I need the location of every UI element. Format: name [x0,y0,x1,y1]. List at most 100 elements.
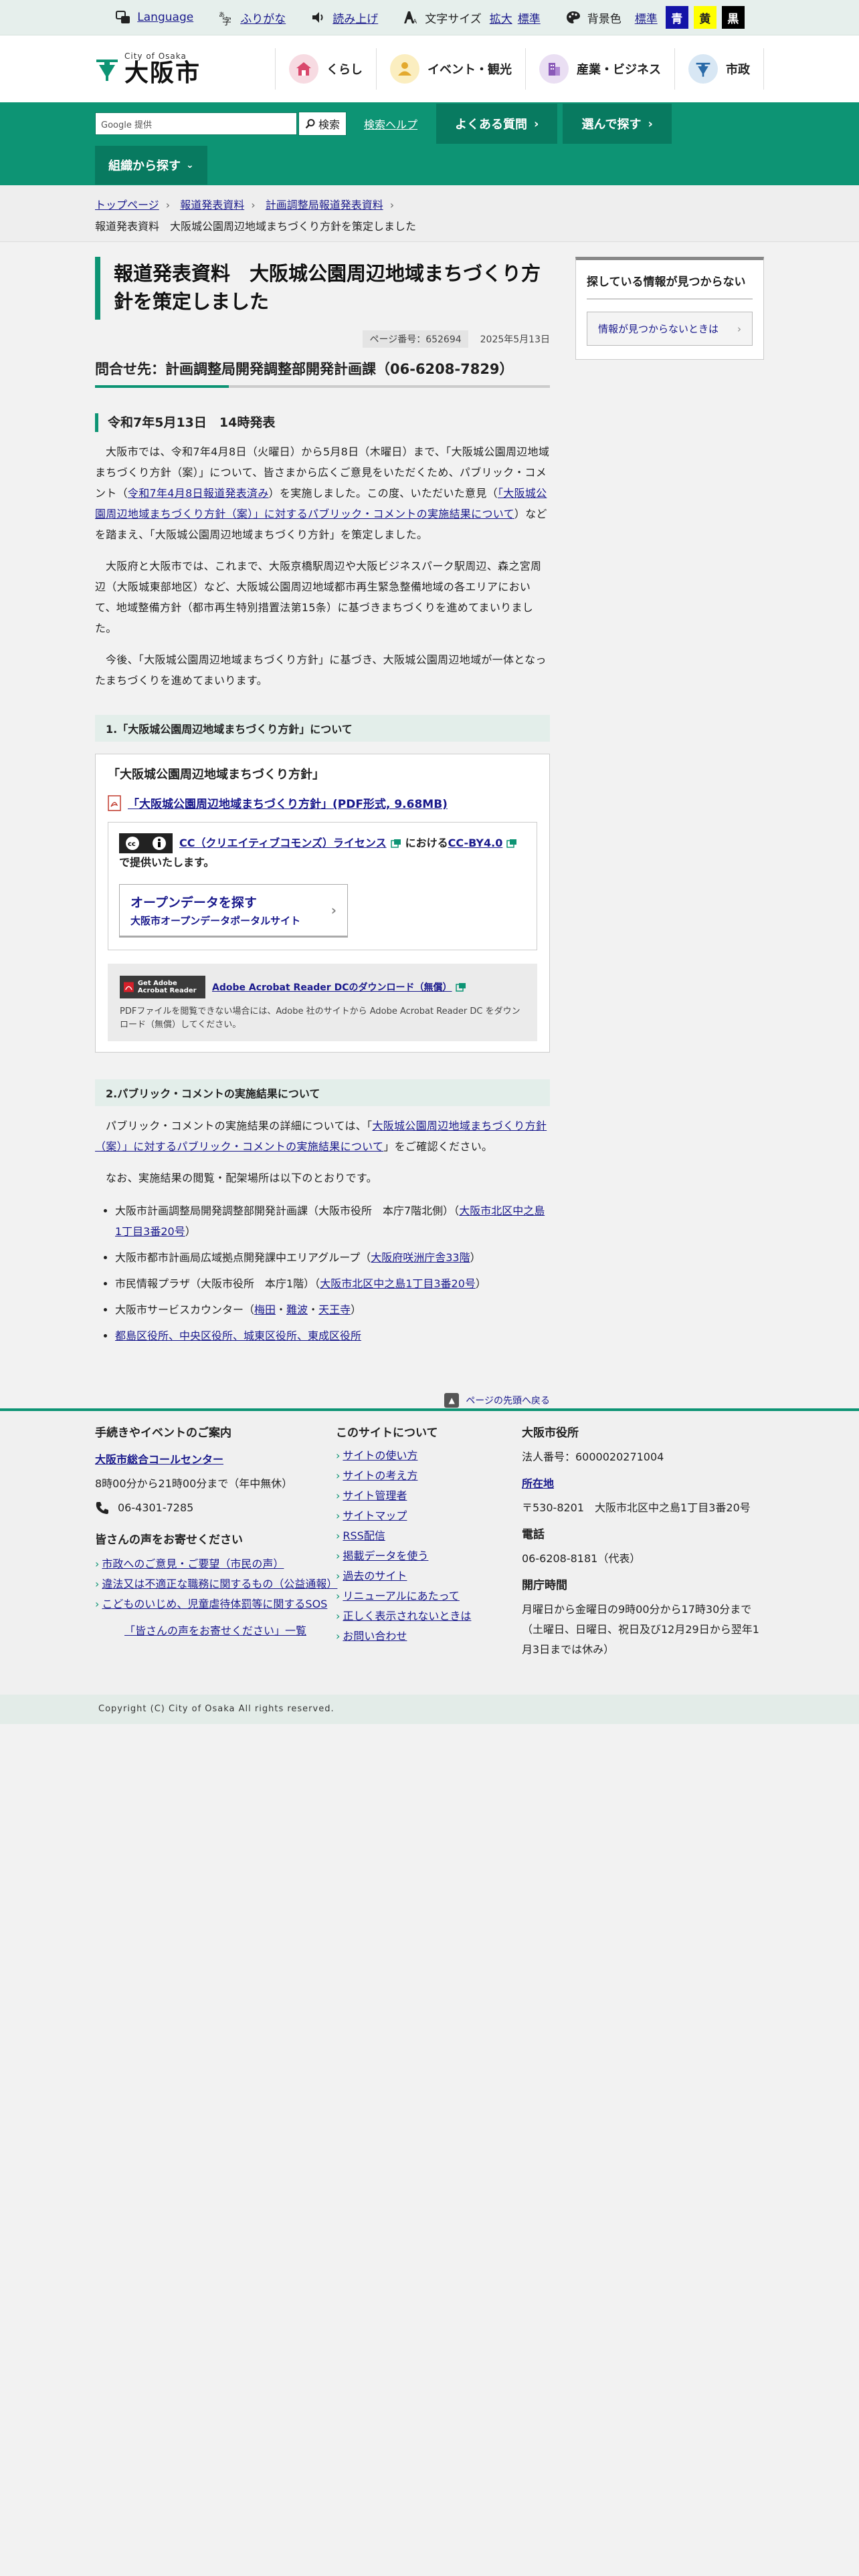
search-input[interactable]: Google 提供 [95,112,297,135]
footer-voice-list-link[interactable]: 「皆さんの声をお寄せください」一覧 [124,1624,306,1637]
chevron-right-icon: › [737,322,741,335]
site-header: City of Osaka 大阪市 くらし イベント・観光 産業・ビジネス 市政 [0,35,859,102]
footer-site-link[interactable]: 過去のサイト [343,1566,407,1586]
tennoji-link[interactable]: 天王寺 [318,1303,351,1316]
footer-site-link[interactable]: サイトの考え方 [343,1466,417,1486]
copyright-bar: Copyright (C) City of Osaka All rights r… [0,1695,859,1724]
page-meta: ページ番号：652694 2025年5月13日 [95,330,550,348]
site-logo[interactable]: City of Osaka 大阪市 [95,51,270,86]
footer-site-link[interactable]: 正しく表示されないときは [343,1606,471,1626]
footer-site-link[interactable]: お問い合わせ [343,1626,407,1646]
open-data-subtitle: 大阪市オープンデータポータルサイト [130,915,301,927]
footer-site-link[interactable]: サイトマップ [343,1506,407,1526]
bg-color-label: 背景色 [587,12,622,26]
building-icon [539,54,569,84]
namba-link[interactable]: 難波 [286,1303,308,1316]
address-link[interactable]: 大阪府咲洲庁舎33階 [371,1251,470,1264]
adobe-box: Get Adobe Acrobat Reader Adobe Acrobat R… [108,964,537,1041]
text: ・ [308,1303,319,1316]
svg-text:cc: cc [128,841,136,848]
list-item: 都島区役所、中央区役所、城東区役所、東成区役所 [115,1325,550,1346]
not-found-button[interactable]: 情報が見つからないときは › [587,312,753,346]
umeda-link[interactable]: 梅田 [254,1303,276,1316]
nav-event[interactable]: イベント・観光 [376,48,525,90]
search-help-link[interactable]: 検索ヘルプ [364,116,417,132]
text: ・ [276,1303,287,1316]
footer-heading: このサイトについて [336,1426,438,1440]
people-icon [390,54,419,84]
open-data-title: オープンデータを探す [130,895,257,910]
svg-text:字: 字 [222,17,231,25]
paragraph-2: 大阪府と大阪市では、これまで、大阪京橋駅周辺や大阪ビジネスパーク駅周辺、森之宮周… [95,560,542,635]
address-link[interactable]: 大阪市北区中之島1丁目3番20号 [320,1277,476,1290]
nav-shisei[interactable]: 市政 [674,48,764,90]
pdf-link[interactable]: 「大阪城公園周辺地域まちづくり方針」(PDF形式, 9.68MB) [128,794,448,811]
choose-button[interactable]: 選んで探す › [563,104,672,144]
footer-site-link[interactable]: サイトの使い方 [343,1446,417,1466]
chevron-right-icon: › [336,1509,341,1522]
chevron-right-icon: › [336,1590,341,1602]
call-center-link[interactable]: 大阪市総合コールセンター [95,1453,223,1466]
footer-voice-link[interactable]: こどものいじめ、児童虐待体罰等に関するSOS [102,1594,327,1614]
utility-bar: Language あ字 ふりがな 読み上げ A 文字サイズ 拡大 標準 背景色 … [0,0,859,35]
read-aloud-link[interactable]: 読み上げ [332,9,378,26]
language-link[interactable]: Language [137,11,193,24]
org-search-button[interactable]: 組織から探す ⌄ [95,146,207,185]
location-link[interactable]: 所在地 [522,1477,554,1490]
furigana-link[interactable]: ふりがな [240,9,286,26]
chevron-right-icon: › [534,116,539,131]
language-item[interactable]: Language [114,9,193,26]
bg-blue-button[interactable]: 青 [665,6,688,29]
external-link-icon [506,839,517,848]
back-to-top[interactable]: ▲ ページの先頭へ戻る [95,1393,550,1408]
adobe-reader-badge-icon[interactable]: Get Adobe Acrobat Reader [120,976,205,998]
footer-heading: 皆さんの声をお寄せください [95,1533,243,1547]
policy-box-title: 「大阪城公園周辺地域まちづくり方針」 [108,768,324,782]
bg-yellow-button[interactable]: 黄 [693,6,717,29]
breadcrumb-press[interactable]: 報道発表資料 [180,199,244,211]
cc-by-link[interactable]: CC-BY4.0 [448,834,503,853]
footer-site-link[interactable]: RSS配信 [343,1526,385,1546]
bg-standard-link[interactable]: 標準 [635,9,658,26]
palette-icon [565,9,582,26]
paragraph-3: 今後、「大阪城公園周辺地域まちづくり方針」に基づき、大阪城公園周辺地域が一体とな… [95,653,547,687]
search-button[interactable]: 検索 [298,112,347,136]
footer-col-site: このサイトについて › サイトの使い方 › サイトの考え方 › サイト管理者 › サイト… [336,1423,522,1660]
footer-heading: 大阪市役所 [522,1426,579,1440]
breadcrumb-bureau[interactable]: 計画調整局報道発表資料 [266,199,383,211]
faq-button[interactable]: よくある質問 › [436,104,558,144]
cc-license-link[interactable]: CC（クリエイティブコモンズ）ライセンス [179,834,387,853]
adobe-row: Get Adobe Acrobat Reader Adobe Acrobat R… [120,976,525,998]
chevron-right-icon: › [336,1469,341,1482]
footer-site-link[interactable]: 掲載データを使う [343,1546,428,1566]
text: ） [351,1303,362,1316]
adobe-download-link[interactable]: Adobe Acrobat Reader DCのダウンロード（無償） [212,980,452,994]
font-standard-link[interactable]: 標準 [518,9,541,26]
font-size-icon: A [402,9,419,26]
footer-voice-link[interactable]: 市政へのご意見・ご要望（市民の声） [102,1554,284,1574]
furigana-item[interactable]: あ字 ふりがな [217,9,286,26]
text: ）を実施しました。この度、いただいた意見（ [268,487,498,500]
bg-color-item: 背景色 標準 青 黄 黒 [565,6,745,29]
footer-heading: 手続きやイベントのご案内 [95,1426,231,1440]
chevron-right-icon: › [95,1598,100,1610]
nav-business[interactable]: 産業・ビジネス [525,48,674,90]
footer-site-link[interactable]: サイト管理者 [343,1486,407,1506]
font-large-link[interactable]: 拡大 [490,9,512,26]
press-release-link[interactable]: 令和7年4月8日報道発表済み [128,487,269,500]
footer-site-link[interactable]: リニューアルにあたって [343,1586,459,1606]
search-nav-bar: Google 提供 検索 検索ヘルプ よくある質問 › 選んで探す › 組織から… [0,102,859,185]
osaka-city-mark-icon [96,60,118,81]
license-box: cc CC（クリエイティブコモンズ）ライセンス における CC-BY4.0 で提… [108,822,537,950]
ward-offices-link[interactable]: 都島区役所、中央区役所、城東区役所、東成区役所 [115,1329,361,1342]
read-aloud-item[interactable]: 読み上げ [310,9,378,26]
pdf-icon [108,794,121,811]
chevron-right-icon: › [336,1529,341,1542]
bg-black-button[interactable]: 黒 [721,6,745,29]
nav-kurashi[interactable]: くらし [275,48,376,90]
footer-voice-link[interactable]: 違法又は不適正な職務に関するもの（公益通報） [102,1574,337,1594]
breadcrumb-top[interactable]: トップページ [95,199,159,211]
paragraph-5: なお、実施結果の閲覧・配架場所は以下のとおりです。 [106,1172,377,1184]
open-data-button[interactable]: オープンデータを探す 大阪市オープンデータポータルサイト › [119,884,348,938]
chevron-down-icon: ⌄ [186,160,194,171]
